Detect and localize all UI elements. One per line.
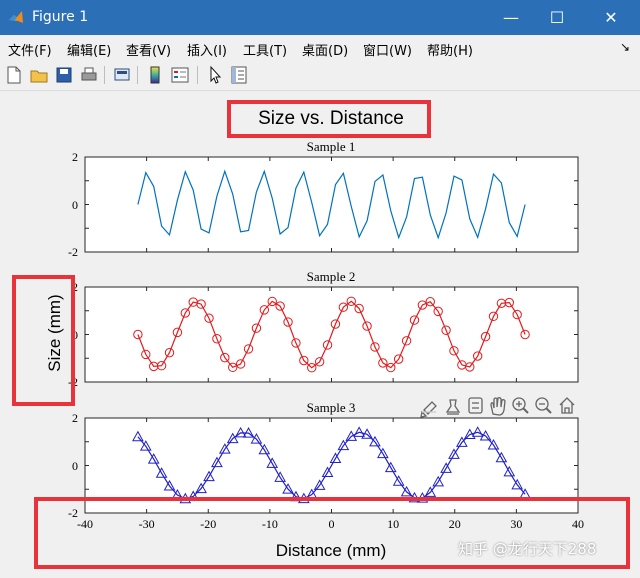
window-title: Figure 1 xyxy=(32,9,89,25)
matlab-logo-icon xyxy=(9,11,23,23)
close-button[interactable]: ✕ xyxy=(588,0,634,35)
save-icon[interactable] xyxy=(54,65,74,85)
zoom-out-icon[interactable] xyxy=(535,397,552,414)
subplot-1-title: Sample 1 xyxy=(307,139,356,154)
menu-tools[interactable]: 工具(T) xyxy=(243,40,287,59)
toolbar-separator xyxy=(137,66,138,84)
toolbar-separator xyxy=(104,66,105,84)
menu-window[interactable]: 窗口(W) xyxy=(363,40,412,59)
insert-legend-icon[interactable] xyxy=(170,65,190,85)
subplot-1-ytick: 2 xyxy=(72,150,78,164)
pan-icon[interactable] xyxy=(490,397,506,416)
ylabel-highlight-box xyxy=(12,275,75,406)
figure-toolbar xyxy=(0,61,640,91)
subplot-1-ytick: 0 xyxy=(72,198,78,212)
menu-file[interactable]: 文件(F) xyxy=(8,40,52,59)
print-icon[interactable] xyxy=(79,65,99,85)
minimize-button[interactable]: — xyxy=(488,0,534,35)
suptitle-highlight-box xyxy=(227,100,431,138)
close-icon: ✕ xyxy=(604,8,618,27)
subplot-1-ytick: -2 xyxy=(68,245,78,259)
export-icon[interactable] xyxy=(468,397,483,414)
property-inspector-icon[interactable] xyxy=(229,65,249,85)
subplot-3-ytick: 0 xyxy=(72,459,78,473)
menu-help[interactable]: 帮助(H) xyxy=(427,40,473,59)
maximize-button[interactable]: ☐ xyxy=(534,0,580,35)
data-tips-icon[interactable] xyxy=(445,399,461,415)
insert-colorbar-icon[interactable] xyxy=(145,65,165,85)
watermark: 知乎 @龙行天下288 xyxy=(458,540,597,558)
toolbar-separator xyxy=(197,66,198,84)
edit-plot-icon[interactable] xyxy=(205,65,225,85)
brush-icon[interactable] xyxy=(420,401,437,418)
axes-toolbar xyxy=(420,397,575,418)
menu-edit[interactable]: 编辑(E) xyxy=(67,40,111,59)
minimize-icon: — xyxy=(503,8,519,27)
subplot-2-title: Sample 2 xyxy=(307,269,356,284)
link-plot-icon[interactable] xyxy=(112,65,132,85)
zoom-in-icon[interactable] xyxy=(512,397,529,414)
subplot-3-title: Sample 3 xyxy=(307,400,356,415)
menu-view[interactable]: 查看(V) xyxy=(126,40,171,59)
menu-bar: 文件(F) 编辑(E) 查看(V) 插入(I) 工具(T) 桌面(D) 窗口(W… xyxy=(0,35,640,61)
new-figure-icon[interactable] xyxy=(4,65,24,85)
open-file-icon[interactable] xyxy=(29,65,49,85)
home-icon[interactable] xyxy=(559,397,575,414)
window-titlebar: Figure 1 — ☐ ✕ xyxy=(0,0,640,35)
subplot-3-ytick: 2 xyxy=(72,411,78,425)
menu-dock-arrow-icon[interactable]: ↘ xyxy=(620,40,630,54)
maximize-icon: ☐ xyxy=(549,8,565,27)
menu-desktop[interactable]: 桌面(D) xyxy=(302,40,348,59)
menu-insert[interactable]: 插入(I) xyxy=(187,40,227,59)
